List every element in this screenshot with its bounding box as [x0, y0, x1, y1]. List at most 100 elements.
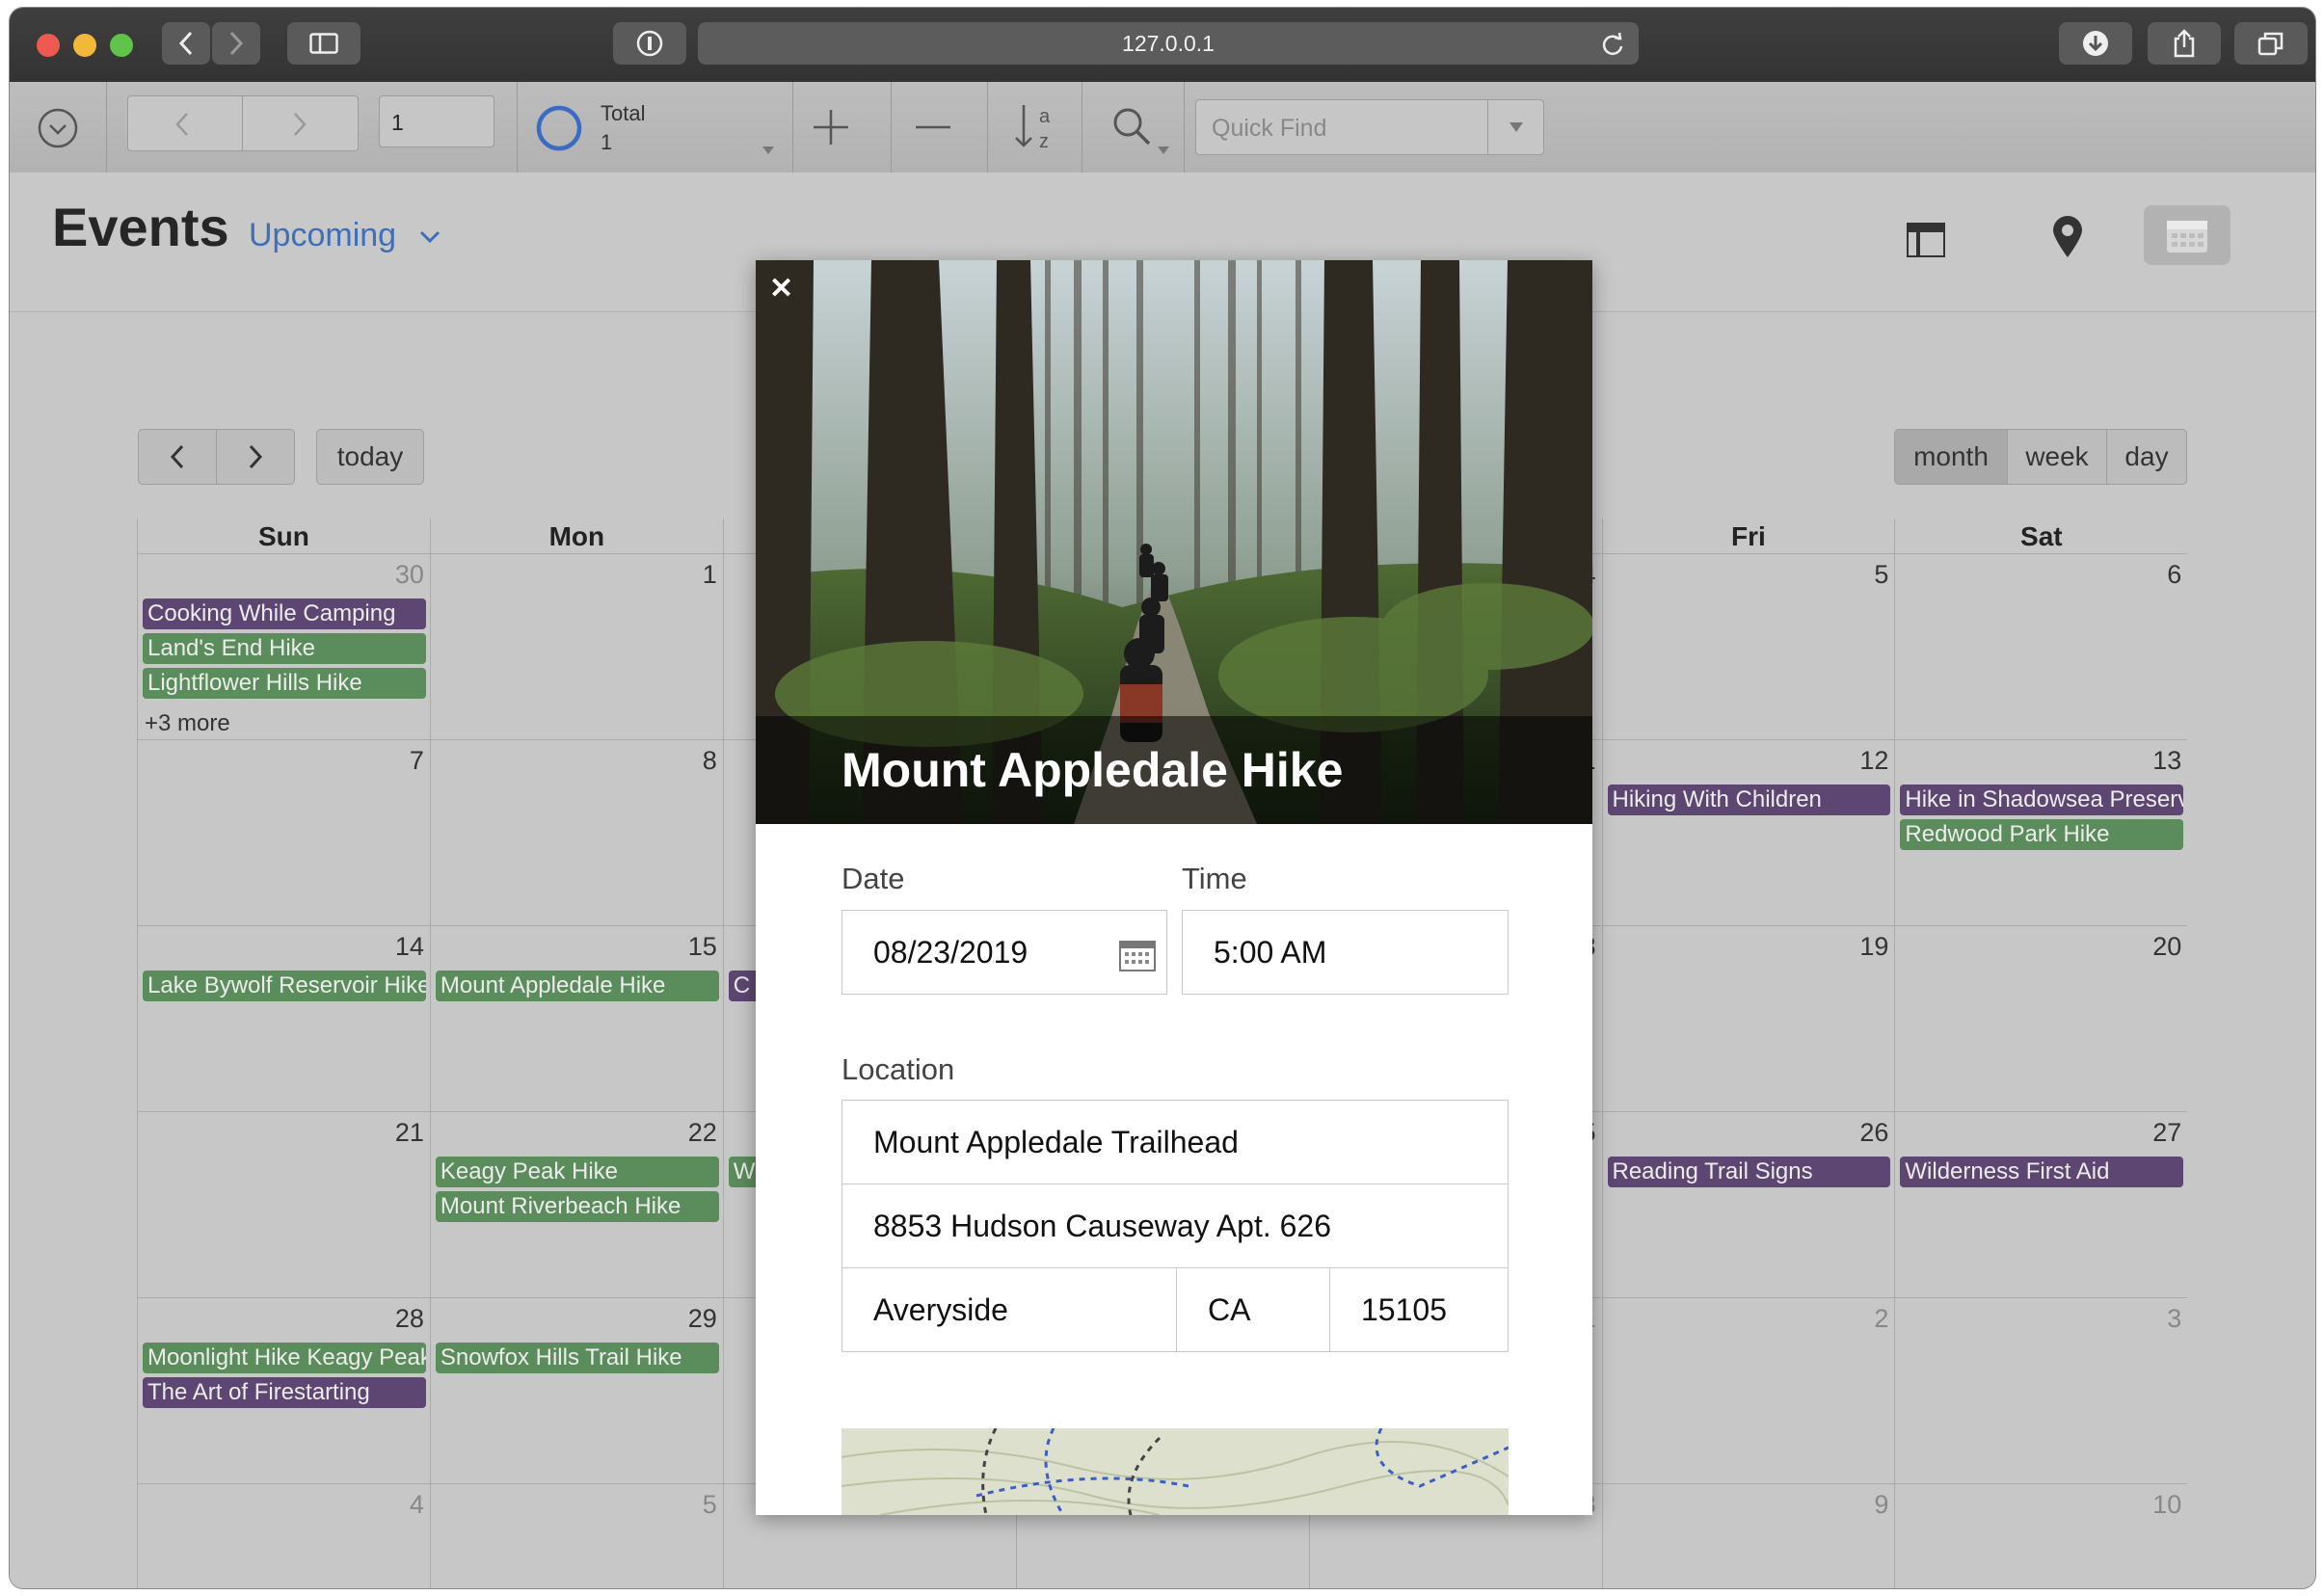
location-name-value: Mount Appledale Trailhead	[873, 1124, 1239, 1159]
day-number: 29	[687, 1304, 717, 1333]
chevron-right-icon	[229, 31, 244, 56]
calendar-event[interactable]: Hike in Shadowsea Preserve	[1900, 785, 2184, 815]
week-view-button[interactable]: week	[2007, 429, 2107, 485]
day-cell[interactable]: 5	[1601, 553, 1895, 739]
day-cell[interactable]: 28 Moonlight Hike Keagy Peak The Art of Fi…	[137, 1297, 430, 1483]
minimize-window-button[interactable]	[73, 34, 96, 57]
date-field[interactable]: 08/23/2019	[841, 910, 1167, 995]
day-cell[interactable]: 29 Snowfox Hills Trail Hike	[429, 1297, 723, 1483]
search-icon[interactable]	[1110, 105, 1153, 147]
month-view-button[interactable]: month	[1894, 429, 2008, 485]
find-dropdown-icon[interactable]	[1157, 146, 1170, 155]
forward-button[interactable]	[212, 22, 260, 65]
sidebar-toggle-button[interactable]	[287, 22, 361, 65]
password-manager-button[interactable]	[613, 22, 686, 65]
topo-map-image	[841, 1428, 1509, 1515]
calendar-event[interactable]: Reading Trail Signs	[1607, 1157, 1891, 1187]
day-cell[interactable]: 1	[429, 553, 723, 739]
day-number: 10	[2152, 1490, 2182, 1519]
calendar-event[interactable]: Moonlight Hike Keagy Peak	[143, 1343, 426, 1373]
upcoming-filter-dropdown[interactable]: Upcoming	[249, 217, 441, 254]
calendar-event[interactable]: Cooking While Camping	[143, 598, 426, 629]
menu-circle-icon[interactable]	[37, 107, 79, 149]
state-field[interactable]: CA	[1176, 1267, 1330, 1352]
day-number: 12	[1859, 746, 1889, 775]
zoom-window-button[interactable]	[110, 34, 133, 57]
weekday-header-sun: Sun	[137, 519, 430, 553]
day-cell[interactable]: 14 Lake Bywolf Reservoir Hike	[137, 925, 430, 1111]
calendar-event[interactable]: Redwood Park Hike	[1900, 819, 2184, 850]
location-name-field[interactable]: Mount Appledale Trailhead	[841, 1100, 1509, 1184]
day-cell[interactable]: 2	[1601, 1297, 1895, 1483]
dropdown-arrow-icon[interactable]	[761, 146, 775, 155]
quick-find-field[interactable]: Quick Find	[1195, 99, 1544, 155]
city-field[interactable]: Averyside	[841, 1267, 1177, 1352]
calendar-prev-button[interactable]	[138, 429, 217, 485]
day-number: 13	[2152, 746, 2182, 775]
calendar-event[interactable]: Lake Bywolf Reservoir Hike	[143, 971, 426, 1001]
day-number: 1	[702, 560, 717, 589]
record-number-input[interactable]: 1	[379, 95, 494, 147]
day-cell[interactable]: 7	[137, 739, 430, 925]
downloads-button[interactable]	[2059, 22, 2132, 65]
map-pin-icon[interactable]	[2051, 215, 2084, 259]
prev-record-icon[interactable]	[174, 112, 190, 137]
calendar-event[interactable]: Mount Appledale Hike	[435, 971, 719, 1001]
day-cell[interactable]: 19	[1601, 925, 1895, 1111]
calendar-event[interactable]: Snowfox Hills Trail Hike	[435, 1343, 719, 1373]
calendar-event[interactable]: Hiking With Children	[1607, 785, 1891, 815]
zip-field[interactable]: 15105	[1329, 1267, 1509, 1352]
table-view-icon[interactable]	[1907, 223, 1945, 257]
today-button[interactable]: today	[316, 429, 424, 485]
day-cell[interactable]: 10	[1894, 1483, 2188, 1588]
time-field[interactable]: 5:00 AM	[1182, 910, 1509, 995]
day-number: 21	[394, 1118, 424, 1147]
event-title: Mount Appledale Hike	[841, 743, 1344, 797]
calendar-event[interactable]: Wilderness First Aid	[1900, 1157, 2184, 1187]
day-cell[interactable]: 22 Keagy Peak Hike Mount Riverbeach Hike	[429, 1111, 723, 1297]
address-field[interactable]: 8853 Hudson Causeway Apt. 626	[841, 1184, 1509, 1268]
calendar-event[interactable]: Keagy Peak Hike	[435, 1157, 719, 1187]
day-number: 27	[2152, 1118, 2182, 1147]
day-cell[interactable]: 30 Cooking While Camping Land's End Hike Li…	[137, 553, 430, 739]
day-cell[interactable]: 13 Hike in Shadowsea Preserve Redwood Park…	[1894, 739, 2188, 925]
calendar-icon	[2167, 221, 2207, 253]
date-picker-icon[interactable]	[1118, 938, 1157, 972]
day-cell[interactable]: 21	[137, 1111, 430, 1297]
day-cell[interactable]: 6	[1894, 553, 2188, 739]
day-cell[interactable]: 3	[1894, 1297, 2188, 1483]
share-button[interactable]	[2148, 22, 2221, 65]
close-modal-icon[interactable]: ✕	[769, 272, 793, 306]
day-number: 5	[702, 1490, 717, 1519]
close-window-button[interactable]	[37, 34, 60, 57]
day-cell[interactable]: 26 Reading Trail Signs	[1601, 1111, 1895, 1297]
calendar-event[interactable]: Mount Riverbeach Hike	[435, 1191, 719, 1222]
calendar-event[interactable]: Land's End Hike	[143, 633, 426, 664]
calendar-view-button[interactable]	[2144, 205, 2231, 265]
calendar-next-button[interactable]	[216, 429, 295, 485]
state-value: CA	[1208, 1291, 1251, 1327]
quick-find-dropdown-icon[interactable]	[1509, 121, 1524, 133]
more-events-link[interactable]: +3 more	[145, 710, 230, 737]
day-cell[interactable]: 20	[1894, 925, 2188, 1111]
new-record-icon[interactable]	[810, 106, 852, 148]
day-cell[interactable]: 5	[429, 1483, 723, 1588]
reload-icon[interactable]	[1600, 32, 1625, 57]
day-cell[interactable]: 12 Hiking With Children	[1601, 739, 1895, 925]
location-map[interactable]	[841, 1428, 1509, 1515]
day-view-button[interactable]: day	[2106, 429, 2187, 485]
calendar-event[interactable]: Lightflower Hills Hike	[143, 668, 426, 699]
delete-record-icon[interactable]	[912, 106, 954, 148]
day-cell[interactable]: 8	[429, 739, 723, 925]
sort-icon[interactable]: a z	[1012, 99, 1060, 155]
address-bar[interactable]: 127.0.0.1	[698, 22, 1639, 65]
day-cell[interactable]: 27 Wilderness First Aid	[1894, 1111, 2188, 1297]
back-button[interactable]	[162, 22, 210, 65]
day-cell[interactable]: 4	[137, 1483, 430, 1588]
day-cell[interactable]: 9	[1601, 1483, 1895, 1588]
tabs-overview-button[interactable]	[2234, 22, 2308, 65]
day-cell[interactable]: 15 Mount Appledale Hike	[429, 925, 723, 1111]
next-record-icon[interactable]	[292, 112, 307, 137]
svg-text:z: z	[1039, 131, 1049, 152]
calendar-event[interactable]: The Art of Firestarting	[143, 1377, 426, 1408]
